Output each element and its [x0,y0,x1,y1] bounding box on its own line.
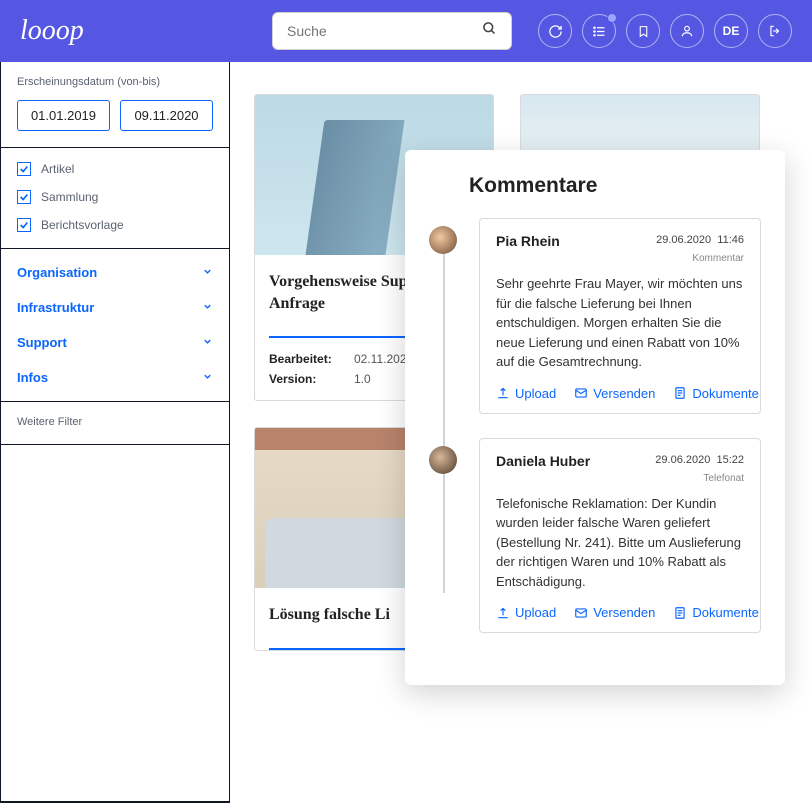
send-action[interactable]: Versenden [574,386,655,401]
checkbox-icon [17,218,31,232]
search-box[interactable] [272,12,512,50]
refresh-icon[interactable] [538,14,572,48]
list-icon[interactable] [582,14,616,48]
comments-title: Kommentare [469,174,761,198]
search-input[interactable] [287,23,474,39]
check-artikel[interactable]: Artikel [17,162,213,176]
brand-logo: looop [20,15,84,47]
filter-support[interactable]: Support [1,325,229,360]
comment-author: Daniela Huber [496,453,590,469]
chevron-down-icon [202,300,213,315]
chevron-down-icon [202,335,213,350]
send-action[interactable]: Versenden [574,605,655,620]
check-label: Berichtsvorlage [41,218,124,232]
comment-datetime: 29.06.2020 11:46 [656,233,744,247]
language-toggle[interactable]: DE [714,14,748,48]
documents-action[interactable]: Dokumente [673,605,758,620]
sidebar-more-filters[interactable]: Weitere Filter [1,402,229,445]
avatar[interactable] [429,446,457,474]
checkbox-icon [17,190,31,204]
sidebar-dates: Erscheinungsdatum (von-bis) 01.01.2019 0… [1,62,229,148]
comment-type: Kommentar [496,253,744,264]
search-icon[interactable] [482,21,497,41]
comment-actions: Upload Versenden Dokumente [496,605,744,620]
check-sammlung[interactable]: Sammlung [17,190,213,204]
comment-datetime: 29.06.2020 15:22 [655,453,744,467]
filter-organisation[interactable]: Organisation [1,255,229,290]
comment-body: Telefonische Reklamation: Der Kundin wur… [496,494,744,592]
check-label: Sammlung [41,190,98,204]
chevron-down-icon [202,265,213,280]
check-label: Artikel [41,162,74,176]
sidebar: Erscheinungsdatum (von-bis) 01.01.2019 0… [0,62,230,803]
bookmark-icon[interactable] [626,14,660,48]
comment-actions: Upload Versenden Dokumente [496,386,744,401]
sidebar-checks: Artikel Sammlung Berichtsvorlage [1,148,229,249]
card-preview[interactable] [520,94,760,154]
upload-action[interactable]: Upload [496,605,556,620]
date-to[interactable]: 09.11.2020 [120,100,213,131]
date-from[interactable]: 01.01.2019 [17,100,110,131]
check-berichtsvorlage[interactable]: Berichtsvorlage [17,218,213,232]
documents-action[interactable]: Dokumente [673,386,758,401]
more-filters-label: Weitere Filter [17,416,213,428]
user-icon[interactable] [670,14,704,48]
topbar: looop DE [0,0,812,62]
comment-type: Telefonat [496,473,744,484]
top-icons: DE [538,14,792,48]
comment-item: Pia Rhein 29.06.2020 11:46 Kommentar Seh… [429,218,761,414]
sidebar-spacer [1,445,229,802]
date-range-label: Erscheinungsdatum (von-bis) [17,76,213,88]
comment-item: Daniela Huber 29.06.2020 15:22 Telefonat… [429,438,761,634]
avatar[interactable] [429,226,457,254]
upload-action[interactable]: Upload [496,386,556,401]
sidebar-filters: Organisation Infrastruktur Support Infos [1,249,229,402]
timeline: Pia Rhein 29.06.2020 11:46 Kommentar Seh… [429,218,761,633]
filter-infos[interactable]: Infos [1,360,229,395]
chevron-down-icon [202,370,213,385]
checkbox-icon [17,162,31,176]
comment-box: Daniela Huber 29.06.2020 15:22 Telefonat… [479,438,761,634]
comment-author: Pia Rhein [496,233,560,249]
comment-box: Pia Rhein 29.06.2020 11:46 Kommentar Seh… [479,218,761,414]
comments-panel: Kommentare Pia Rhein 29.06.2020 11:46 Ko… [405,150,785,685]
filter-infrastruktur[interactable]: Infrastruktur [1,290,229,325]
comment-body: Sehr geehrte Frau Mayer, wir möchten uns… [496,274,744,372]
logout-icon[interactable] [758,14,792,48]
